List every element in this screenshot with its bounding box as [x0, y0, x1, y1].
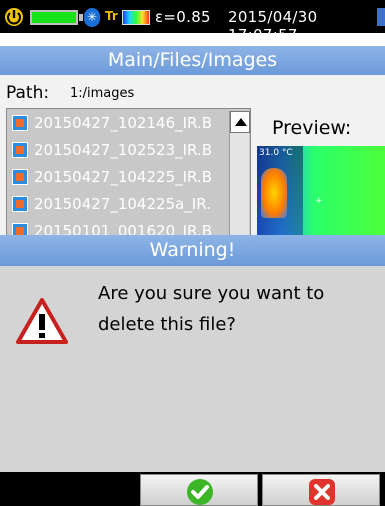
list-item[interactable]: 20150101_001620_IR.B — [10, 219, 228, 235]
preview-label: Preview: — [272, 117, 352, 139]
preview-crosshair: + — [315, 196, 323, 206]
bluetooth-icon: ✳ — [84, 8, 100, 27]
file-name: 20150427_104225_IR.B — [34, 168, 212, 186]
status-bar: ✳ Tr ε=0.85 2015/04/30 17:07:57 — [0, 0, 385, 44]
file-name: 20150101_001620_IR.B — [34, 222, 212, 235]
window-title: Main/Files/Images — [0, 46, 385, 75]
battery-icon — [30, 10, 83, 25]
status-edge-indicator — [377, 8, 385, 26]
image-file-icon — [12, 223, 28, 235]
softkey-bar — [0, 472, 385, 506]
palette-icon — [122, 10, 150, 25]
window-title-bar: Main/Files/Images — [0, 33, 385, 75]
path-label: Path: — [6, 83, 50, 103]
cross-icon — [309, 479, 335, 505]
image-file-icon — [12, 196, 28, 212]
preview-hotspot — [261, 168, 287, 218]
emissivity-readout: ε=0.85 — [155, 8, 211, 26]
preview-overlay-text: 31.0 °C — [259, 148, 293, 158]
list-item[interactable]: 20150427_102523_IR.B — [10, 138, 228, 162]
image-file-icon — [12, 169, 28, 185]
file-list[interactable]: 20150427_102146_IR.B 20150427_102523_IR.… — [6, 108, 251, 235]
file-name: 20150427_102523_IR.B — [34, 141, 212, 159]
scroll-up-arrow-icon[interactable] — [230, 111, 250, 133]
file-name: 20150427_104225a_IR. — [34, 195, 211, 213]
path-value: 1:/images — [70, 86, 135, 101]
list-item[interactable]: 20150427_104225_IR.B — [10, 165, 228, 189]
list-item[interactable]: 20150427_104225a_IR. — [10, 192, 228, 216]
file-name: 20150427_102146_IR.B — [34, 114, 212, 132]
confirm-delete-button[interactable] — [140, 474, 258, 506]
image-file-icon — [12, 115, 28, 131]
dialog-message: Are you sure you want to delete this fil… — [98, 283, 325, 335]
image-file-icon — [12, 142, 28, 158]
power-icon — [5, 8, 23, 26]
warning-icon — [16, 298, 68, 344]
warning-dialog: Warning! Are you sure you want to delete… — [0, 235, 385, 472]
list-item[interactable]: 20150427_102146_IR.B — [10, 111, 228, 135]
file-browser: Path: 1:/images 20150427_102146_IR.B 201… — [0, 75, 385, 235]
scrollbar[interactable] — [229, 111, 250, 235]
cancel-delete-button[interactable] — [262, 474, 380, 506]
thermal-preview-image: 31.0 °C + — [257, 146, 385, 235]
checkmark-icon — [187, 479, 213, 505]
temperature-reflected-icon: Tr — [105, 9, 118, 23]
dialog-title: Warning! — [0, 235, 385, 266]
